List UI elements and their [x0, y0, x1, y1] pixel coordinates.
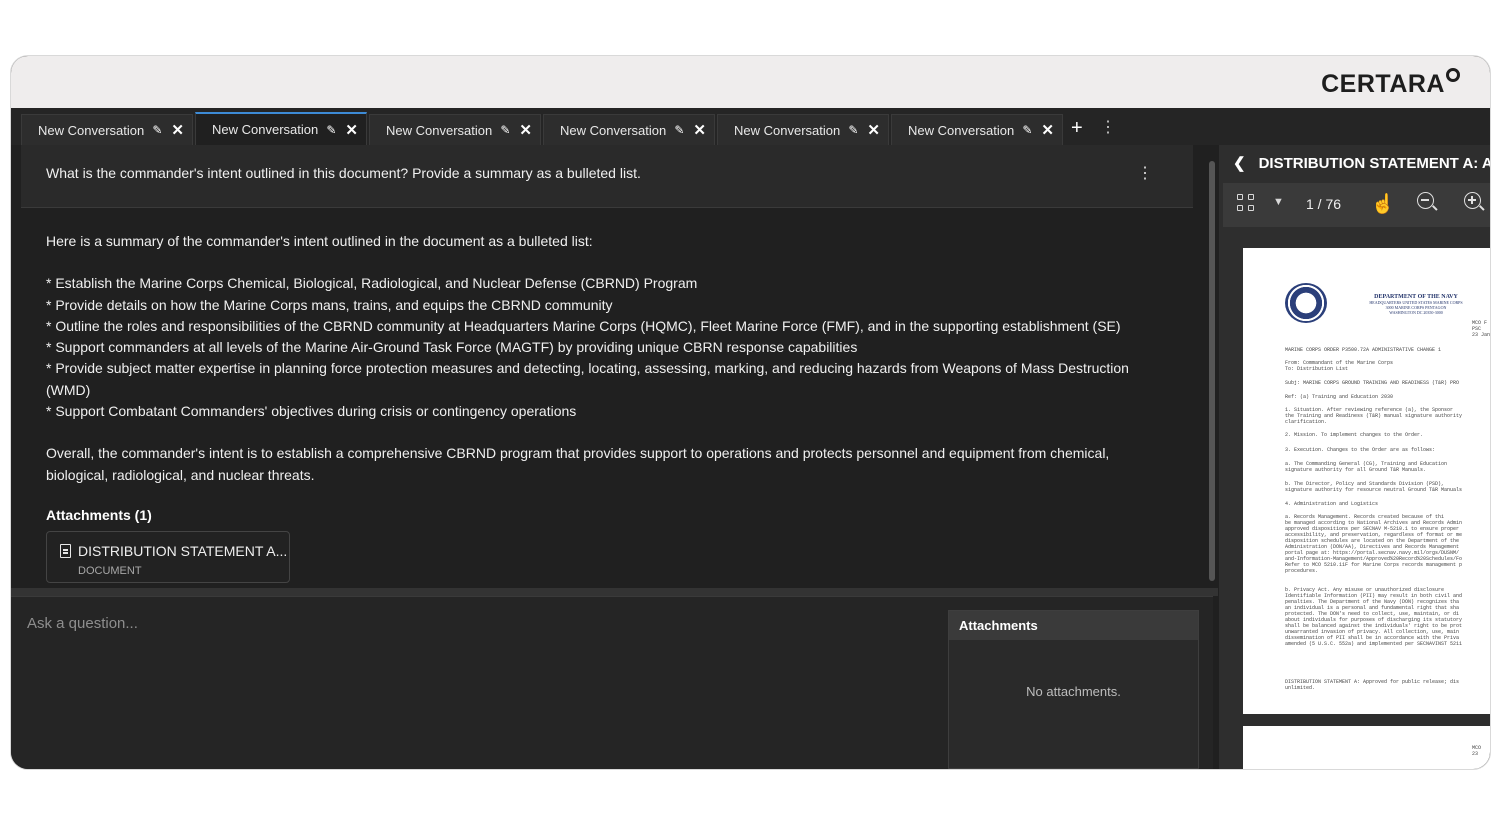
navy-seal-icon — [1285, 283, 1327, 323]
tab-label: New Conversation — [212, 122, 319, 137]
pencil-icon[interactable]: ✎ — [848, 123, 858, 137]
pdf-ref-right: 23 Jan — [1472, 332, 1491, 338]
tab-conversation-4[interactable]: New Conversation ✎ ✕ — [543, 114, 715, 145]
vertical-ellipsis-icon[interactable]: ⋮ — [1100, 117, 1116, 137]
pdf-page-2[interactable]: MCO 23 — [1243, 726, 1490, 769]
attachments-title: Attachments (1) — [46, 507, 152, 523]
assistant-answer: Here is a summary of the commander's int… — [46, 231, 1156, 486]
tab-label: New Conversation — [38, 122, 145, 138]
pdf-letterhead: DEPARTMENT OF THE NAVY HEADQUARTERS UNIT… — [1346, 294, 1486, 315]
tab-conversation-2[interactable]: New Conversation ✎ ✕ — [195, 112, 367, 145]
no-attachments-text: No attachments. — [1026, 684, 1121, 699]
panel-divider[interactable] — [11, 588, 1218, 596]
close-icon[interactable]: ✕ — [171, 121, 184, 139]
pdf-text-line: Subj: MARINE CORPS GROUND TRAINING AND R… — [1285, 380, 1460, 386]
viewer-title-bar: ❮ DISTRIBUTION STATEMENT A: Ap — [1233, 154, 1491, 172]
tab-conversation-5[interactable]: New Conversation ✎ ✕ — [717, 114, 889, 145]
composer-attachments-panel: Attachments No attachments. — [948, 610, 1199, 769]
close-icon[interactable]: ✕ — [1041, 121, 1054, 139]
pdf-ref-right: 23 — [1472, 751, 1479, 757]
answer-bullet: * Support Combatant Commanders' objectiv… — [46, 403, 577, 420]
zoom-in-icon[interactable] — [1464, 192, 1485, 211]
attachment-card[interactable]: DISTRIBUTION STATEMENT A... DOCUMENT — [46, 531, 290, 583]
pencil-icon[interactable]: ✎ — [152, 123, 162, 137]
question-text: What is the commander's intent outlined … — [46, 165, 641, 181]
conversation-scrollbar[interactable] — [1209, 161, 1215, 581]
pdf-page-1[interactable]: DEPARTMENT OF THE NAVY HEADQUARTERS UNIT… — [1243, 248, 1491, 714]
pdf-text-line: signature authority for resource neutral… — [1285, 487, 1463, 493]
pdf-text-line: amended (5 U.S.C. 552a) and implemented … — [1285, 641, 1463, 647]
plus-icon[interactable]: + — [1071, 117, 1083, 140]
pdf-text-line: unlimited. — [1285, 685, 1316, 691]
document-viewer: ❮ DISTRIBUTION STATEMENT A: Ap ▼ 1 / 76 ☝… — [1219, 145, 1491, 769]
pdf-text-line: 3. Execution. Changes to the Order are a… — [1285, 447, 1436, 453]
question-input[interactable] — [27, 615, 927, 632]
answer-summary: Overall, the commander's intent is to es… — [46, 445, 1110, 483]
close-icon[interactable]: ✕ — [867, 121, 880, 139]
attachment-type: DOCUMENT — [78, 565, 142, 577]
attachment-name: DISTRIBUTION STATEMENT A... — [78, 543, 288, 559]
pdf-text-line: procedures. — [1285, 568, 1319, 574]
close-icon[interactable]: ✕ — [519, 121, 532, 139]
pdf-text-line: clarification. — [1285, 419, 1328, 425]
document-icon — [60, 544, 71, 558]
chevron-left-icon[interactable]: ❮ — [1233, 154, 1246, 172]
app-window: CERTARA New Conversation ✎ ✕ New Convers… — [10, 55, 1491, 770]
composer-attachments-header: Attachments — [949, 611, 1198, 640]
user-question: What is the commander's intent outlined … — [21, 145, 1193, 208]
caret-down-icon[interactable]: ▼ — [1273, 196, 1284, 208]
close-icon[interactable]: ✕ — [693, 121, 706, 139]
thumbnails-grid-icon[interactable] — [1237, 194, 1255, 212]
pencil-icon[interactable]: ✎ — [500, 123, 510, 137]
viewer-toolbar: ▼ 1 / 76 ☝ — [1223, 183, 1490, 227]
answer-bullet: * Establish the Marine Corps Chemical, B… — [46, 275, 698, 292]
pdf-text-line: Ref: (a) Training and Education 2030 — [1285, 394, 1394, 400]
top-bar: CERTARA — [11, 56, 1490, 108]
answer-bullet: * Support commanders at all levels of th… — [46, 339, 858, 356]
tab-label: New Conversation — [734, 122, 841, 138]
viewer-title: DISTRIBUTION STATEMENT A: Ap — [1258, 155, 1491, 172]
pdf-text-line: To: Distribution List — [1285, 366, 1349, 372]
page-indicator[interactable]: 1 / 76 — [1306, 196, 1341, 212]
certara-logo: CERTARA — [1321, 68, 1460, 99]
tab-conversation-6[interactable]: New Conversation ✎ ✕ — [891, 114, 1063, 145]
logo-ring-icon — [1446, 68, 1460, 82]
pencil-icon[interactable]: ✎ — [674, 123, 684, 137]
tab-conversation-3[interactable]: New Conversation ✎ ✕ — [369, 114, 541, 145]
tab-strip: New Conversation ✎ ✕ New Conversation ✎ … — [11, 108, 1490, 145]
pdf-text-line: 2. Mission. To implement changes to the … — [1285, 432, 1424, 438]
conversation-panel: What is the commander's intent outlined … — [11, 145, 1218, 588]
answer-bullet: * Outline the roles and responsibilities… — [46, 317, 1121, 334]
pan-hand-icon[interactable]: ☝ — [1371, 192, 1395, 216]
pdf-text-line: signature authority for all Ground T&R M… — [1285, 467, 1427, 473]
tab-conversation-1[interactable]: New Conversation ✎ ✕ — [21, 114, 193, 145]
pdf-header-line: WASHINGTON DC 20350-3000 — [1389, 310, 1443, 315]
close-icon[interactable]: ✕ — [345, 121, 358, 139]
composer: Attachments No attachments. — [11, 596, 1213, 769]
answer-intro: Here is a summary of the commander's int… — [46, 233, 593, 249]
pencil-icon[interactable]: ✎ — [326, 123, 336, 137]
tab-label: New Conversation — [560, 122, 667, 138]
logo-text: CERTARA — [1321, 70, 1445, 98]
zoom-out-icon[interactable] — [1417, 192, 1438, 211]
answer-bullet: * Provide subject matter expertise in pl… — [46, 360, 1129, 398]
tab-label: New Conversation — [386, 122, 493, 138]
tab-label: New Conversation — [908, 122, 1015, 138]
pdf-text-line: MARINE CORPS ORDER P3500.72A ADMINISTRAT… — [1285, 347, 1442, 353]
message-menu-icon[interactable]: ⋮ — [1137, 163, 1153, 183]
answer-bullet: * Provide details on how the Marine Corp… — [46, 296, 613, 313]
pencil-icon[interactable]: ✎ — [1022, 123, 1032, 137]
pdf-text-line: 4. Administration and Logistics — [1285, 501, 1379, 507]
